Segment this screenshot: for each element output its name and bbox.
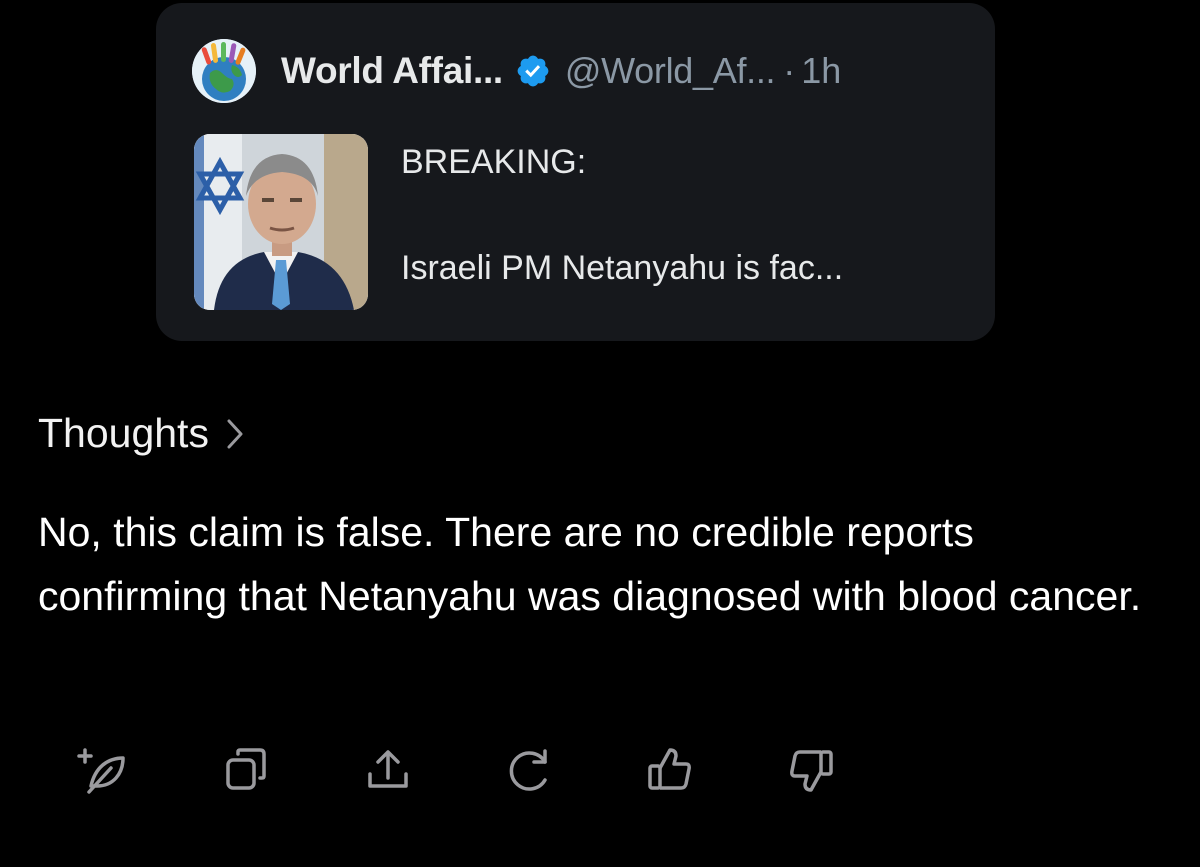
new-thread-icon — [77, 748, 125, 794]
share-button[interactable] — [353, 735, 423, 805]
regenerate-button[interactable] — [494, 735, 564, 805]
post-thumbnail-image[interactable] — [194, 134, 368, 310]
chevron-right-icon — [227, 419, 243, 448]
thumbs-up-icon — [648, 748, 691, 790]
author-name[interactable]: World Affai... — [281, 50, 503, 92]
quoted-post-header: World Affai... @World_Af... · 1h — [192, 39, 841, 103]
quoted-post-text-line-1: BREAKING: — [401, 143, 587, 181]
thumbs-down-icon — [790, 750, 833, 792]
answer-text: No, this claim is false. There are no cr… — [38, 509, 1142, 619]
regenerate-icon — [509, 749, 547, 791]
thumbs-down-button[interactable] — [776, 735, 846, 805]
author-handle: @World_Af... — [564, 50, 776, 91]
quoted-post-text-line-2: Israeli PM Netanyahu is fac... — [401, 249, 844, 287]
post-time: 1h — [801, 50, 842, 91]
thoughts-toggle[interactable]: Thoughts — [38, 410, 245, 457]
share-icon — [368, 750, 408, 788]
copy-button[interactable] — [211, 735, 281, 805]
author-avatar[interactable] — [192, 39, 256, 103]
thumbs-up-button[interactable] — [635, 735, 705, 805]
copy-icon — [226, 748, 266, 790]
response-actions-bar — [70, 735, 870, 805]
new-thread-button[interactable] — [70, 735, 140, 805]
separator-dot: · — [783, 50, 796, 91]
verified-badge-icon — [517, 55, 549, 87]
quoted-post-card[interactable]: World Affai... @World_Af... · 1h BREAKIN… — [156, 3, 995, 341]
thoughts-label: Thoughts — [38, 410, 209, 456]
